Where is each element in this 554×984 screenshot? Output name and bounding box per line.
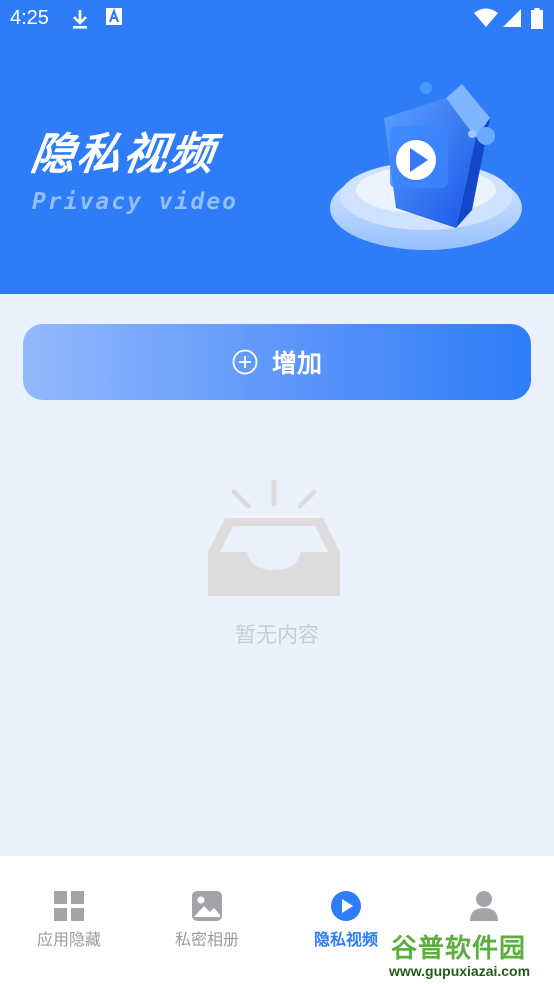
watermark-url: www.gupuxiazai.com bbox=[389, 963, 531, 979]
wifi-icon bbox=[474, 8, 498, 27]
watermark-title: 谷普软件园 bbox=[391, 934, 527, 964]
plus-circle-icon bbox=[232, 349, 258, 375]
header-banner: 隐私视频 Privacy video bbox=[0, 38, 554, 294]
play-circle-icon bbox=[331, 891, 361, 921]
a-icon bbox=[106, 8, 122, 25]
page-title: 隐私视频 bbox=[27, 129, 219, 180]
tab-private-album[interactable]: 私密相册 bbox=[138, 890, 276, 954]
empty-state: 暂无内容 bbox=[0, 478, 554, 658]
grid-icon bbox=[54, 891, 84, 921]
status-time: 4:25 bbox=[10, 7, 49, 29]
add-button[interactable]: 增加 bbox=[23, 324, 531, 400]
signal-icon bbox=[503, 9, 521, 27]
inbox-icon bbox=[208, 479, 340, 596]
battery-icon bbox=[531, 8, 543, 29]
video-cube-illustration bbox=[330, 82, 522, 250]
tab-label: 应用隐藏 bbox=[36, 930, 101, 949]
page-subtitle: Privacy video bbox=[32, 189, 239, 215]
watermark: 谷普软件园 www.gupuxiazai.com bbox=[385, 926, 554, 982]
status-bar: 4:25 bbox=[0, 0, 554, 38]
tab-app-hide[interactable]: 应用隐藏 bbox=[0, 890, 138, 954]
user-icon bbox=[470, 891, 498, 921]
image-icon bbox=[192, 891, 222, 921]
tab-label: 私密相册 bbox=[174, 930, 239, 949]
download-icon bbox=[73, 10, 87, 29]
empty-state-text: 暂无内容 bbox=[235, 623, 319, 647]
add-button-label: 增加 bbox=[271, 349, 322, 378]
